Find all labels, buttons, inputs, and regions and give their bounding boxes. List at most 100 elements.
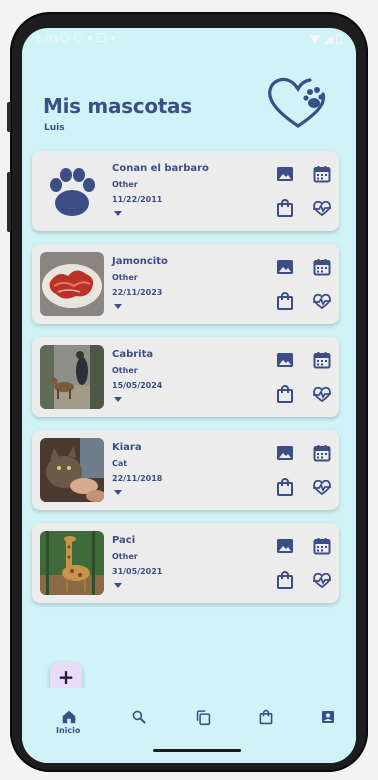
health-button[interactable]: [312, 570, 332, 590]
pet-birthdate: 31/05/2021: [112, 567, 163, 576]
expand-chevron-icon[interactable]: [114, 583, 122, 588]
pet-type: Other: [112, 273, 138, 282]
image-icon: [277, 446, 293, 460]
pet-card[interactable]: Paci Other 31/05/2021: [32, 523, 339, 603]
calendar-button[interactable]: [312, 536, 332, 556]
calendar-button[interactable]: [312, 164, 332, 184]
gallery-button[interactable]: [275, 350, 295, 370]
user-name: Luis: [44, 123, 65, 133]
wifi-icon: [309, 34, 321, 44]
shop-button[interactable]: [275, 477, 295, 497]
calendar-icon: [313, 538, 331, 555]
pet-birthdate: 15/05/2024: [112, 381, 163, 390]
shop-button[interactable]: [275, 384, 295, 404]
shop-button[interactable]: [275, 198, 295, 218]
health-button[interactable]: [312, 198, 332, 218]
dot-icon: [111, 36, 115, 40]
search-icon: [132, 710, 146, 724]
pet-type: Cat: [112, 459, 128, 468]
gallery-button[interactable]: [275, 164, 295, 184]
gesture-bar: [153, 749, 241, 752]
health-icon: [313, 293, 331, 310]
nav-search[interactable]: [124, 702, 154, 732]
calendar-button[interactable]: [312, 350, 332, 370]
image-icon: [277, 539, 293, 553]
image-icon: [277, 167, 293, 181]
expand-chevron-icon[interactable]: [114, 211, 122, 216]
calendar-button[interactable]: [312, 257, 332, 277]
image-icon: [277, 353, 293, 367]
pet-type: Other: [112, 552, 138, 561]
goat-photo: [40, 345, 104, 409]
health-icon: [313, 479, 331, 496]
system-icons: [309, 34, 342, 44]
pet-photo: [40, 438, 104, 502]
health-button[interactable]: [312, 291, 332, 311]
status-time: 5:03: [35, 34, 60, 45]
shopping-bag-icon: [277, 478, 293, 496]
image-icon: [277, 260, 293, 274]
calendar-icon: [313, 166, 331, 183]
shopping-bag-icon: [277, 199, 293, 217]
shopping-bag-icon: [259, 709, 273, 725]
nav-home-label: Inicio: [56, 726, 81, 735]
pet-birthdate: 22/11/2023: [112, 288, 163, 297]
health-button[interactable]: [312, 477, 332, 497]
calendar-icon: [313, 259, 331, 276]
calendar-icon: [313, 445, 331, 462]
health-icon: [313, 572, 331, 589]
pet-photo: [40, 345, 104, 409]
cat-photo: [40, 438, 104, 502]
pet-birthdate: 22/11/2018: [112, 474, 163, 483]
nav-collections[interactable]: [188, 702, 218, 732]
profile-icon: [322, 711, 334, 723]
gallery-button[interactable]: [275, 257, 295, 277]
health-icon: [313, 386, 331, 403]
pet-card[interactable]: Kiara Cat 22/11/2018: [32, 430, 339, 510]
notification-icon: [60, 33, 69, 42]
paw-icon: [50, 168, 95, 216]
pet-name: Jamoncito: [112, 256, 168, 267]
shopping-bag-icon: [277, 385, 293, 403]
shop-button[interactable]: [275, 291, 295, 311]
pet-type: Other: [112, 180, 138, 189]
expand-chevron-icon[interactable]: [114, 490, 122, 495]
health-button[interactable]: [312, 384, 332, 404]
pet-photo: [40, 252, 104, 316]
shield-icon: [74, 33, 83, 42]
pet-card[interactable]: Conan el barbaro Other 11/22/2011: [32, 151, 339, 231]
nav-profile[interactable]: [313, 702, 343, 732]
pet-name: Conan el barbaro: [112, 163, 209, 174]
calendar-button[interactable]: [312, 443, 332, 463]
expand-chevron-icon[interactable]: [114, 304, 122, 309]
giraffe-photo: [40, 531, 104, 595]
pet-card[interactable]: Cabrita Other 15/05/2024: [32, 337, 339, 417]
signal-icon: [324, 34, 333, 44]
status-bar: 5:03: [22, 28, 356, 54]
expand-chevron-icon[interactable]: [114, 397, 122, 402]
pet-card[interactable]: Jamoncito Other 22/11/2023: [32, 244, 339, 324]
battery-icon: [336, 34, 342, 44]
notification-icons: [60, 33, 115, 42]
pet-name: Cabrita: [112, 349, 154, 360]
health-icon: [313, 200, 331, 217]
gallery-button[interactable]: [275, 536, 295, 556]
pet-photo: [40, 531, 104, 595]
bottom-navigation: Inicio: [22, 688, 356, 763]
page-title: Mis mascotas: [43, 94, 192, 118]
pet-birthdate: 11/22/2011: [112, 195, 163, 204]
shopping-bag-icon: [277, 571, 293, 589]
shop-button[interactable]: [275, 570, 295, 590]
home-icon: [62, 710, 76, 724]
shopping-bag-icon: [277, 292, 293, 310]
nav-shop[interactable]: [251, 702, 281, 732]
pet-type: Other: [112, 366, 138, 375]
app-screen: 5:03 Mis mascotas Luis Conan el barbaro …: [22, 28, 356, 763]
pet-name: Paci: [112, 535, 136, 546]
ham-photo: [40, 252, 104, 316]
sd-card-icon: [97, 33, 106, 42]
calendar-icon: [313, 352, 331, 369]
pet-photo-placeholder: [40, 159, 104, 223]
gallery-button[interactable]: [275, 443, 295, 463]
heart-paw-icon: [268, 77, 326, 128]
